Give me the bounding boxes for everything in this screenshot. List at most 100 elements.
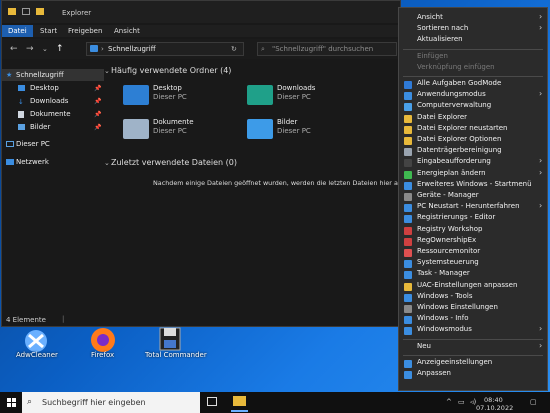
menu-item[interactable]: Anpassen (417, 369, 451, 377)
pin-icon: 📌 (94, 98, 102, 105)
desktop-icon-label[interactable]: AdwCleaner (16, 351, 58, 359)
network-icon[interactable]: ▭ (458, 398, 465, 406)
menu-item[interactable]: Erweiteres Windows - Startmenü (417, 180, 532, 188)
menu-item[interactable]: Systemsteuerung (417, 258, 479, 266)
tab-start[interactable]: Start (40, 27, 57, 35)
nav-item-schnellzugriff[interactable]: Schnellzugriff (16, 71, 64, 79)
menu-item[interactable]: Datei Explorer Optionen (417, 135, 501, 143)
menu-item[interactable]: Geräte - Manager (417, 191, 479, 199)
submenu-arrow-icon: › (539, 89, 543, 99)
back-icon[interactable]: ← (10, 44, 18, 54)
menu-item-icon (404, 92, 412, 101)
menu-item-icon (404, 305, 412, 313)
tab-freigeben[interactable]: Freigeben (68, 27, 102, 35)
new-folder-icon[interactable] (36, 8, 44, 15)
title-bar[interactable]: Explorer (2, 1, 400, 23)
explorer-window: Explorer Datei Start Freigeben Ansicht ←… (1, 0, 428, 327)
menu-item[interactable]: Windows - Info (417, 314, 468, 322)
windows-start-icon[interactable] (7, 398, 16, 407)
menu-item-icon (404, 125, 412, 134)
nav-item-dieser-pc[interactable]: Dieser PC (16, 140, 50, 148)
address-text: Schnellzugriff (108, 45, 156, 53)
recent-empty-message: Nachdem einige Dateien geöffnet wurden, … (153, 179, 428, 187)
menu-item-icon (404, 193, 412, 201)
menu-item[interactable]: Ansicht (417, 13, 443, 21)
menu-item[interactable]: PC Neustart - Herunterfahren (417, 202, 520, 210)
forward-icon[interactable]: → (26, 44, 34, 54)
recent-locations-icon[interactable]: ⌄ (42, 45, 48, 53)
menu-item[interactable]: Windows Einstellungen (417, 303, 498, 311)
folder-location: Dieser PC (153, 127, 187, 135)
menu-item[interactable]: Datei Explorer (417, 113, 467, 121)
pictures-folder-icon[interactable] (247, 119, 273, 139)
menu-item-icon (404, 181, 412, 190)
submenu-arrow-icon: › (539, 167, 543, 177)
folder-name[interactable]: Downloads (277, 84, 315, 92)
quick-access-star-icon (90, 45, 98, 52)
menu-item[interactable]: Registrierungs - Editor (417, 213, 495, 221)
menu-item[interactable]: Computerverwaltung (417, 101, 491, 109)
up-icon[interactable]: ↑ (56, 44, 64, 54)
menu-item-icon (404, 327, 412, 336)
menu-item[interactable]: Task - Manager (417, 269, 470, 277)
documents-icon (18, 111, 24, 118)
desktop-context-menu: Ansicht › Sortieren nach › Aktualisieren Einf… (398, 7, 548, 391)
menu-item[interactable]: Datei Explorer neustarten (417, 124, 508, 132)
menu-item[interactable]: UAC-Einstellungen anpassen (417, 281, 517, 289)
clock-date[interactable]: 07.10.2022 (476, 404, 513, 412)
tab-ansicht[interactable]: Ansicht (114, 27, 140, 35)
notification-icon[interactable]: ▢ (530, 398, 537, 406)
menu-item: Einfügen (417, 51, 448, 60)
menu-item[interactable]: Windowsmodus (417, 325, 472, 333)
desktop-folder-icon[interactable] (123, 85, 149, 105)
nav-item-downloads[interactable]: Downloads (30, 97, 68, 105)
nav-item-bilder[interactable]: Bilder (30, 123, 50, 131)
documents-folder-icon[interactable] (123, 119, 149, 139)
taskbar-search-input[interactable]: ⌕ Suchbegriff hier eingeben (22, 392, 200, 413)
tab-datei[interactable]: Datei (2, 25, 33, 37)
clock-time[interactable]: 08:40 (484, 396, 503, 404)
menu-item[interactable]: Sortieren nach (417, 24, 468, 32)
menu-item[interactable]: Eingabeaufforderung (417, 157, 491, 165)
menu-item[interactable]: Anzeigeeinstellungen (417, 358, 492, 366)
search-input[interactable]: ⌕ "Schnellzugriff" durchsuchen (257, 42, 397, 56)
menu-item-icon (404, 226, 412, 235)
folder-name[interactable]: Bilder (277, 118, 297, 126)
breadcrumb-chevron-icon: › (101, 45, 104, 53)
menu-item[interactable]: Alle Aufgaben GodMode (417, 79, 501, 87)
menu-item[interactable]: Energieplan ändern (417, 169, 486, 177)
pin-icon: 📌 (94, 85, 102, 92)
status-bar: 4 Elemente | (2, 314, 400, 326)
task-view-icon[interactable] (207, 397, 217, 406)
status-divider: | (62, 315, 65, 323)
menu-item-icon (404, 260, 412, 269)
taskbar-explorer-icon[interactable] (233, 396, 246, 406)
menu-item[interactable]: Ressourcemonitor (417, 247, 480, 255)
desktop-icon-label[interactable]: Firefox (91, 351, 114, 359)
menu-item[interactable]: RegOwnershipEx (417, 236, 476, 244)
menu-item-icon (404, 114, 412, 123)
desktop-icon (18, 85, 25, 91)
nav-item-desktop[interactable]: Desktop (30, 84, 59, 92)
folder-name[interactable]: Desktop (153, 84, 182, 92)
menu-item[interactable]: Windows - Tools (417, 292, 472, 300)
menu-item[interactable]: Neu (417, 342, 431, 350)
collapse-chevron-icon[interactable]: ⌄ (104, 67, 110, 75)
desktop-icon-label[interactable]: Total Commander (145, 351, 207, 359)
menu-item[interactable]: Aktualisieren (417, 35, 463, 43)
folder-name[interactable]: Dokumente (153, 118, 194, 126)
chevron-up-icon[interactable]: ^ (446, 398, 452, 406)
collapse-chevron-icon[interactable]: ⌄ (104, 159, 110, 167)
menu-item-icon (404, 237, 412, 246)
quick-access-toolbar-icon[interactable] (22, 8, 30, 15)
nav-item-dokumente[interactable]: Dokumente (30, 110, 71, 118)
menu-item[interactable]: Anwendungsmodus (417, 90, 486, 98)
address-bar[interactable]: › Schnellzugriff ↻ (86, 42, 244, 56)
downloads-folder-icon[interactable] (247, 85, 273, 105)
menu-item[interactable]: Registry Workshop (417, 225, 482, 233)
refresh-icon[interactable]: ↻ (231, 45, 237, 53)
menu-item-icon (404, 316, 412, 325)
menu-item-icon (404, 249, 412, 257)
nav-item-netzwerk[interactable]: Netzwerk (16, 158, 49, 166)
menu-item[interactable]: Datenträgerbereinigung (417, 146, 502, 154)
